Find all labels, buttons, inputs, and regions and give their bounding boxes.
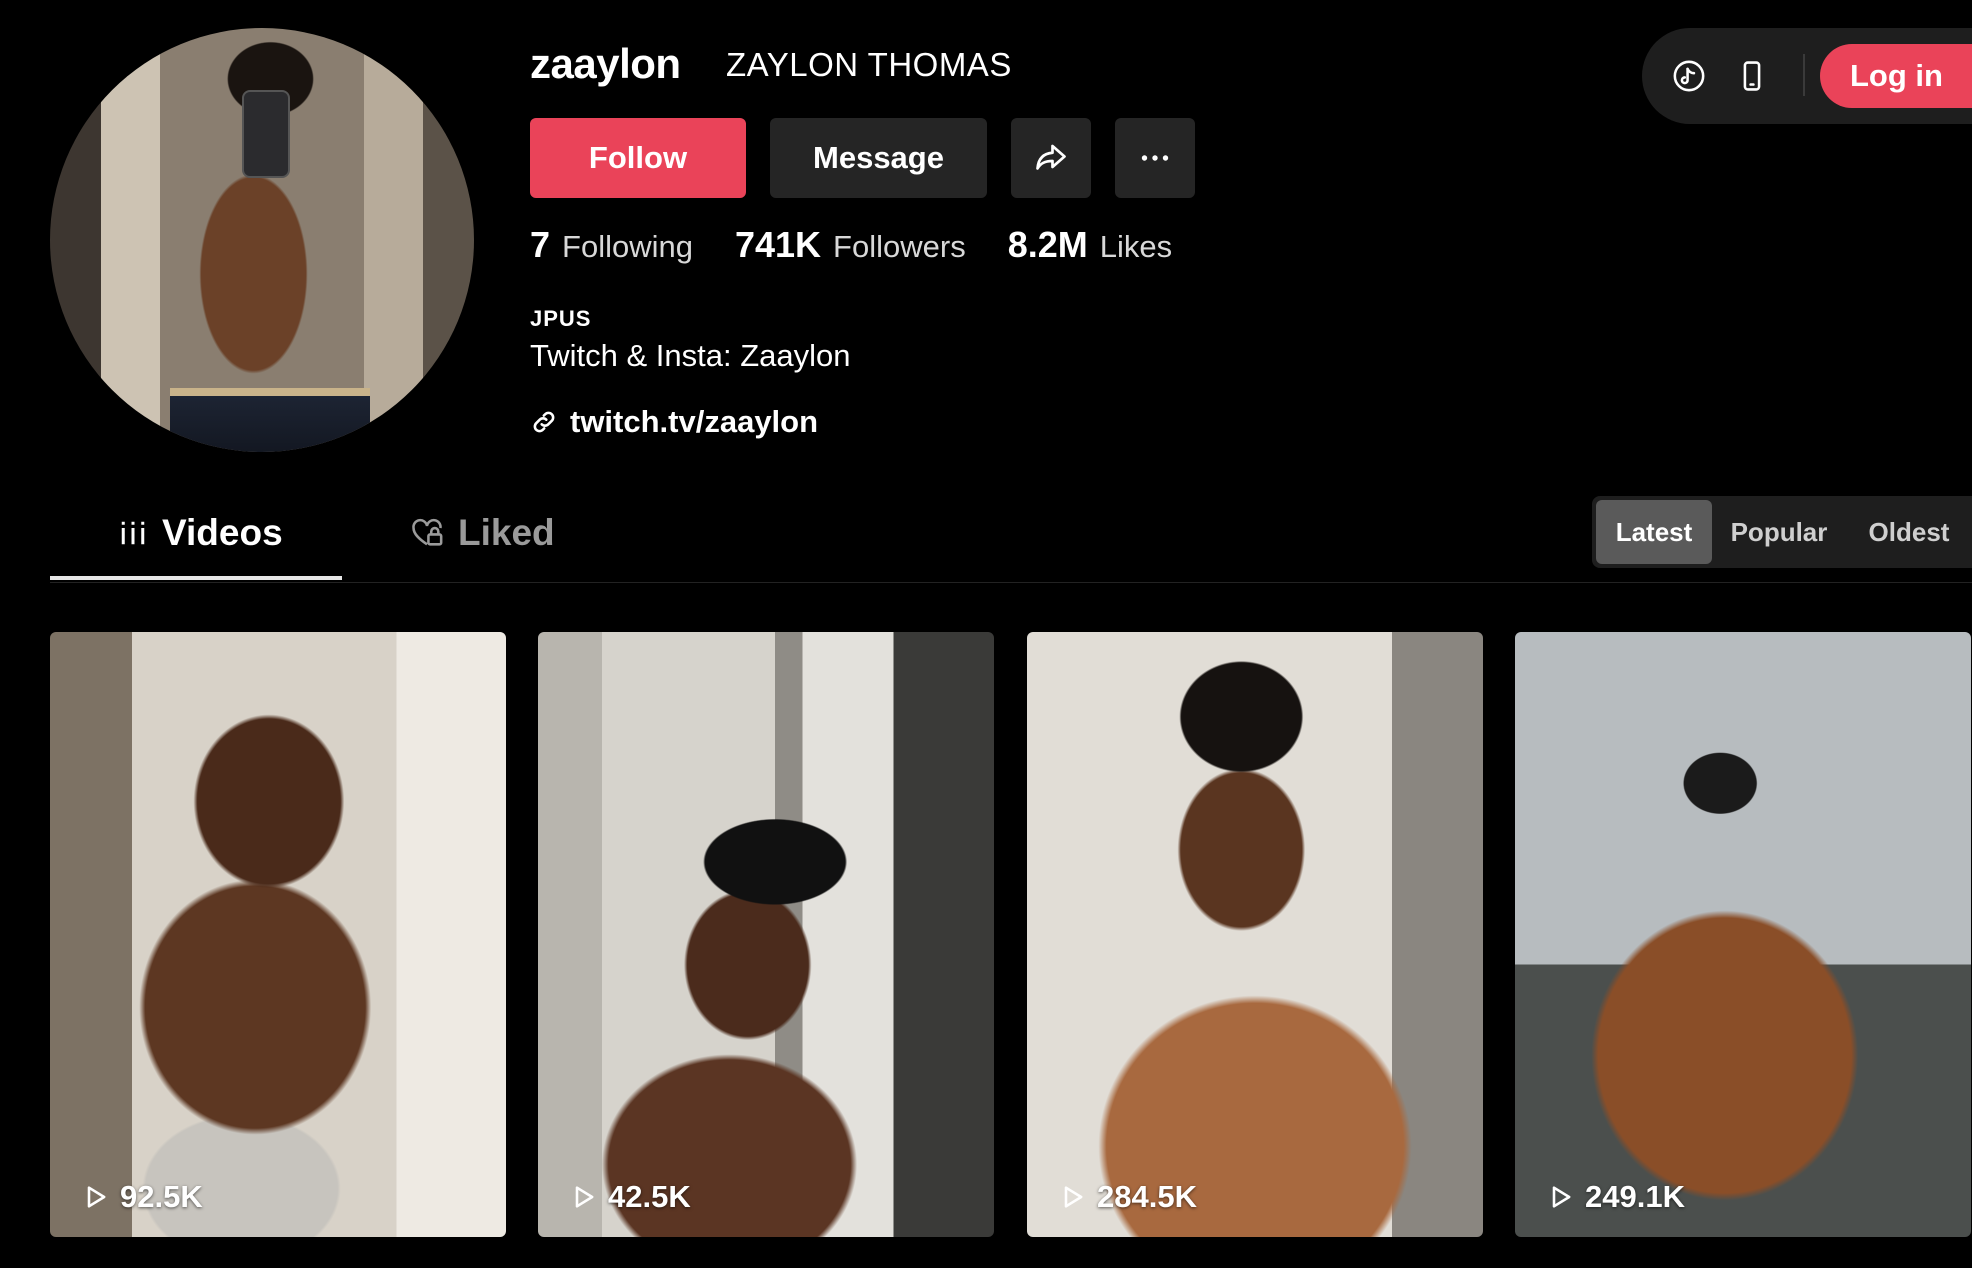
pill-divider [1803, 54, 1805, 96]
stat-following[interactable]: 7 Following [530, 224, 693, 266]
play-icon [87, 1186, 106, 1208]
more-button[interactable] [1115, 118, 1195, 198]
sort-latest-button[interactable]: Latest [1596, 500, 1712, 564]
view-count-text: 92.5K [120, 1179, 203, 1214]
active-tab-indicator [50, 576, 342, 580]
play-icon [1552, 1186, 1571, 1208]
phone-icon [1743, 61, 1761, 91]
view-count-text: 284.5K [1097, 1179, 1197, 1214]
video-card[interactable]: 92.5K [50, 632, 506, 1237]
video-card[interactable]: 42.5K [538, 632, 994, 1237]
stat-likes: 8.2M Likes [1008, 224, 1172, 266]
grid-icon [121, 521, 145, 545]
tab-label: Videos [162, 512, 283, 553]
sort-oldest-button[interactable]: Oldest [1852, 500, 1966, 564]
avatar-phone-shape [242, 90, 290, 178]
view-count: 42.5K [570, 1179, 691, 1215]
heart-lock-icon [412, 518, 443, 546]
tabs-divider [50, 582, 1972, 583]
tab-videos[interactable]: Videos [118, 512, 283, 554]
play-icon [1064, 1186, 1083, 1208]
play-icon [575, 1186, 594, 1208]
bio-link-text[interactable]: twitch.tv/zaaylon [570, 404, 818, 440]
video-card[interactable]: 249.1K [1515, 632, 1971, 1237]
message-button[interactable]: Message [770, 118, 987, 198]
username: zaaylon [530, 40, 681, 87]
video-card[interactable]: 284.5K [1027, 632, 1483, 1237]
avatar-shorts-shape [170, 388, 370, 452]
tiktok-logo-button[interactable] [1671, 58, 1707, 94]
more-icon [1141, 155, 1169, 161]
share-button[interactable] [1011, 118, 1091, 198]
view-count: 92.5K [82, 1179, 203, 1215]
avatar[interactable] [50, 28, 474, 452]
view-count: 249.1K [1547, 1179, 1685, 1215]
follow-button[interactable]: Follow [530, 118, 746, 198]
stat-value: 7 [530, 224, 551, 265]
stat-label: Followers [833, 229, 966, 264]
bio-link[interactable]: twitch.tv/zaaylon [530, 404, 818, 440]
profile-stats: 7 Following 741K Followers 8.2M Likes [530, 224, 1172, 266]
link-icon [533, 411, 555, 433]
stat-value: 8.2M [1007, 224, 1088, 265]
sort-popular-button[interactable]: Popular [1722, 500, 1836, 564]
tiktok-icon [1673, 60, 1705, 92]
get-app-button[interactable] [1734, 58, 1770, 94]
stat-label: Following [562, 229, 693, 264]
stat-value: 741K [734, 224, 822, 265]
tab-label: Liked [458, 512, 555, 553]
bio-text: Twitch & Insta: Zaaylon [530, 338, 851, 373]
bio-tag: JPUS [530, 306, 592, 331]
profile-page: zaaylon ZAYLON THOMAS Follow Message 7 F… [0, 0, 1972, 1268]
tab-liked[interactable]: Liked [410, 512, 555, 554]
nickname: ZAYLON THOMAS [726, 46, 1012, 83]
view-count: 284.5K [1059, 1179, 1197, 1215]
login-button[interactable]: Log in [1820, 44, 1972, 108]
view-count-text: 249.1K [1585, 1179, 1685, 1214]
view-count-text: 42.5K [608, 1179, 691, 1214]
share-icon [1036, 144, 1066, 170]
stat-label: Likes [1099, 229, 1173, 264]
stat-followers[interactable]: 741K Followers [735, 224, 966, 266]
